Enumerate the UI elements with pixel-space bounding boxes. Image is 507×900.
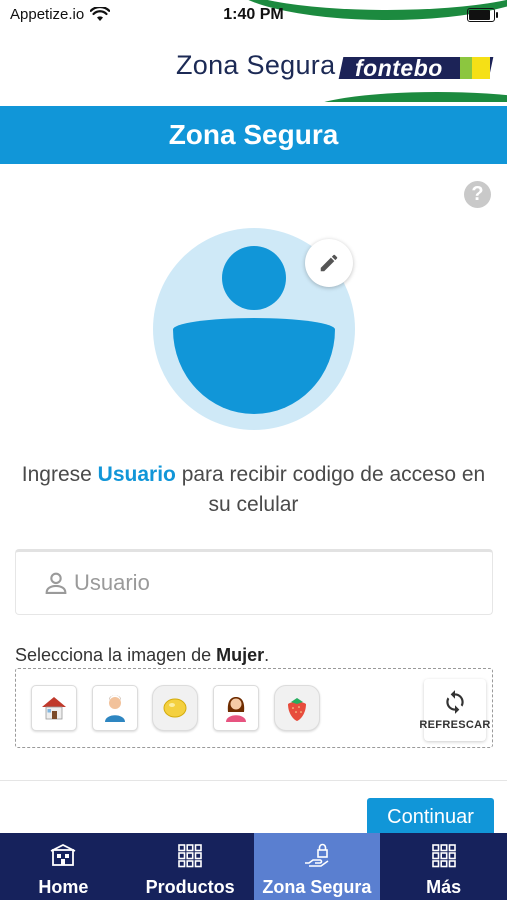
- image-option-man[interactable]: [92, 685, 138, 731]
- strawberry-icon: [288, 698, 306, 721]
- brand-logo-stripe: [460, 57, 472, 79]
- nav-label-mas: Más: [426, 877, 462, 897]
- avatar-head: [222, 246, 286, 310]
- pencil-icon: [320, 254, 338, 272]
- nav-item-zona-segura[interactable]: Zona Segura: [253, 833, 381, 900]
- nav-label-productos: Productos: [145, 877, 235, 897]
- nav-item-mas[interactable]: Más: [380, 833, 507, 900]
- divider: [0, 780, 507, 781]
- image-option-house[interactable]: [31, 685, 77, 731]
- instruction-text: Ingrese Usuario para recibir codigo de a…: [20, 460, 487, 520]
- image-select-suffix: .: [264, 645, 270, 665]
- image-option-strawberry[interactable]: [274, 685, 320, 731]
- brand-swoosh: [307, 92, 507, 102]
- image-select-label: Selecciona la imagen de Mujer.: [15, 645, 269, 666]
- refresh-images-button[interactable]: REFRESCAR: [419, 679, 490, 741]
- refresh-label: REFRESCAR: [419, 719, 491, 731]
- image-option-lemon[interactable]: [152, 685, 198, 731]
- instruction-prefix: Ingrese: [21, 463, 98, 486]
- battery-icon: [467, 8, 498, 22]
- battery-level: [469, 10, 490, 20]
- instruction-suffix: para recibir codigo de acceso en su celu…: [175, 463, 486, 516]
- status-bar: Appetize.io 1:40 PM: [0, 0, 507, 30]
- help-icon[interactable]: ?: [464, 181, 491, 208]
- brand-logo-stripe: [472, 57, 490, 79]
- instruction-highlight: Usuario: [97, 463, 176, 486]
- brand-title: Zona Segura: [176, 50, 336, 80]
- avatar-body: [173, 318, 335, 414]
- nav-item-productos[interactable]: Productos: [127, 833, 254, 900]
- bottom-nav: Home Productos Zona Segura Más: [0, 833, 507, 900]
- man-icon: [105, 695, 125, 722]
- image-option-woman[interactable]: [213, 685, 259, 731]
- username-field[interactable]: Usuario: [15, 549, 493, 615]
- woman-icon: [226, 697, 246, 722]
- status-time: 1:40 PM: [223, 6, 284, 23]
- title-bar: Zona Segura: [0, 106, 507, 164]
- image-select-target: Mujer: [216, 645, 265, 665]
- continue-button[interactable]: Continuar: [367, 798, 494, 838]
- secure-hand-icon: [304, 843, 329, 867]
- edit-avatar-button[interactable]: [305, 239, 353, 287]
- user-icon: [45, 572, 67, 594]
- app-screen: Zona Segura fontebo Appetize.io 1:40 PM …: [0, 0, 507, 900]
- refresh-icon: [446, 690, 464, 714]
- nav-label-zona-segura: Zona Segura: [262, 877, 372, 897]
- grid-icon: [431, 844, 456, 868]
- image-selection-box: REFRESCAR: [15, 668, 493, 748]
- username-placeholder: Usuario: [74, 570, 150, 595]
- home-icon: [50, 843, 76, 866]
- lemon-icon: [163, 698, 187, 718]
- image-select-prefix: Selecciona la imagen de: [15, 645, 217, 665]
- nav-item-home[interactable]: Home: [0, 833, 127, 900]
- page-title: Zona Segura: [168, 119, 339, 150]
- brand-logo-text: fontebo: [355, 55, 443, 81]
- nav-label-home: Home: [38, 877, 89, 897]
- grid-icon: [178, 844, 202, 868]
- house-icon: [42, 697, 66, 720]
